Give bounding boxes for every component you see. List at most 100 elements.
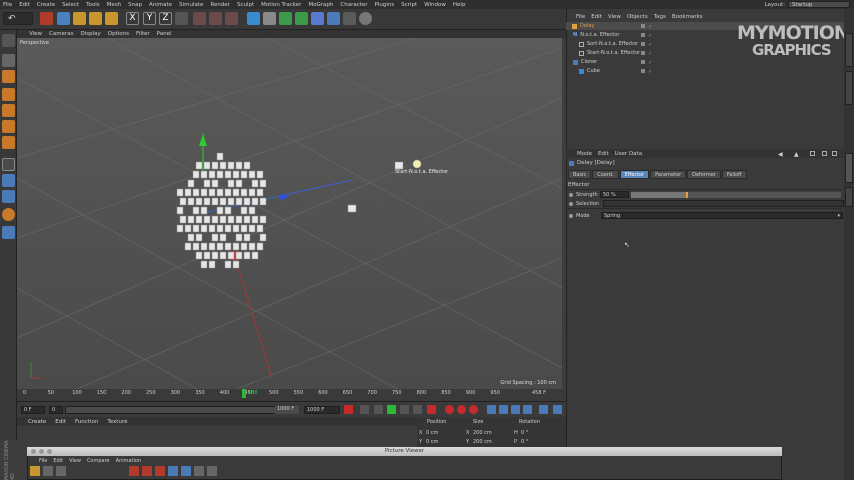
menu-file[interactable]: File <box>3 2 12 8</box>
timeline-ruler[interactable]: 0 50 100 150 200 250 300 350 400 450 500 550 600 650 7… <box>17 389 566 401</box>
size-x-field[interactable]: 200 cm <box>473 430 492 436</box>
soft-selection-icon[interactable] <box>2 208 15 221</box>
rotation-h-field[interactable]: 0 ° <box>521 430 528 436</box>
object-row-cube[interactable]: Cube <box>566 67 844 75</box>
menu-tools[interactable]: Tools <box>86 2 100 8</box>
objects-menu-tags[interactable]: Tags <box>654 14 666 20</box>
edges-mode-icon[interactable] <box>2 120 15 133</box>
menu-snap[interactable]: Snap <box>128 2 142 8</box>
end-frame-field[interactable]: 1000 F <box>304 406 340 414</box>
viewport-menu-display[interactable]: Display <box>81 31 101 37</box>
y-axis-handle[interactable] <box>199 134 207 146</box>
snap-icon[interactable] <box>2 190 15 203</box>
objects-menu-objects[interactable]: Objects <box>627 14 648 20</box>
tab-effector[interactable]: Effector <box>619 170 650 179</box>
live-select-icon[interactable] <box>40 12 53 25</box>
window-zoom-icon[interactable] <box>47 449 52 454</box>
coord-system-icon[interactable] <box>175 12 188 25</box>
cube-primitive-icon[interactable] <box>247 12 260 25</box>
enabled-check-icon[interactable]: ✓ <box>648 51 652 57</box>
pv-menu-file[interactable]: File <box>39 458 47 464</box>
enabled-check-icon[interactable]: ✓ <box>648 42 652 48</box>
enabled-check-icon[interactable]: ✓ <box>648 60 652 66</box>
menu-script[interactable]: Script <box>401 2 417 8</box>
menu-simulate[interactable]: Simulate <box>179 2 203 8</box>
viewport-menu-panel[interactable]: Panel <box>157 31 172 37</box>
up-arrow-icon[interactable]: ▲ <box>794 151 799 158</box>
side-tab-content[interactable] <box>845 71 853 105</box>
material-menu-texture[interactable]: Texture <box>107 419 127 425</box>
viewport-menu-filter[interactable]: Filter <box>136 31 150 37</box>
mode-dropdown[interactable]: Spring ▾ <box>601 212 843 219</box>
key-param-icon[interactable] <box>523 405 532 414</box>
side-tab-layers[interactable] <box>845 187 853 207</box>
rotation-p-field[interactable]: 0 ° <box>521 439 528 445</box>
histogram-icon[interactable] <box>194 466 204 476</box>
pv-menu-edit[interactable]: Edit <box>53 458 63 464</box>
pv-menu-animation[interactable]: Animation <box>116 458 142 464</box>
position-y-field[interactable]: 0 cm <box>426 439 438 445</box>
scene-icon[interactable] <box>327 12 340 25</box>
tab-basic[interactable]: Basic <box>568 170 592 179</box>
lock-workplane-icon[interactable] <box>2 226 15 239</box>
objects-menu-bookmarks[interactable]: Bookmarks <box>672 14 703 20</box>
tab-parameter[interactable]: Parameter <box>650 170 687 179</box>
objects-menu-edit[interactable]: Edit <box>591 14 602 20</box>
menu-character[interactable]: Character <box>340 2 367 8</box>
enabled-check-icon[interactable]: ✓ <box>648 24 652 30</box>
goto-start-icon[interactable] <box>344 405 353 414</box>
menu-render[interactable]: Render <box>210 2 230 8</box>
info-icon[interactable] <box>207 466 217 476</box>
size-y-field[interactable]: 200 cm <box>473 439 492 445</box>
viewport-menu-view[interactable]: View <box>29 31 42 37</box>
pv-menu-compare[interactable]: Compare <box>87 458 110 464</box>
menu-help[interactable]: Help <box>453 2 466 8</box>
current-frame-field[interactable]: 0 F <box>21 406 45 414</box>
anim-dot-icon[interactable] <box>569 213 573 218</box>
render-picture-viewer-icon[interactable] <box>209 12 222 25</box>
x-axis-button[interactable]: X <box>126 12 139 25</box>
copy-icon[interactable] <box>56 466 66 476</box>
stray-cube[interactable] <box>347 204 357 213</box>
tab-falloff[interactable]: Falloff <box>721 170 747 179</box>
z-axis-handle[interactable] <box>279 194 289 201</box>
render-view-icon[interactable] <box>193 12 206 25</box>
texture-mode-icon[interactable] <box>2 70 15 83</box>
menu-plugins[interactable]: Plugins <box>375 2 395 8</box>
picture-viewer-titlebar[interactable]: Picture Viewer <box>27 447 782 456</box>
grid-view-icon[interactable] <box>181 466 191 476</box>
render-settings-icon[interactable] <box>225 12 238 25</box>
deformer-icon[interactable] <box>311 12 324 25</box>
stray-cube-top[interactable] <box>394 161 404 170</box>
move-icon[interactable] <box>57 12 70 25</box>
menu-mograph[interactable]: MoGraph <box>308 2 333 8</box>
playhead[interactable] <box>242 389 246 398</box>
objects-menu-file[interactable]: File <box>576 14 585 20</box>
menu-create[interactable]: Create <box>37 2 55 8</box>
strength-field[interactable]: 50 % <box>600 191 629 198</box>
fit-view-icon[interactable] <box>168 466 178 476</box>
tab-coord[interactable]: Coord. <box>592 170 619 179</box>
z-axis-button[interactable]: Z <box>159 12 172 25</box>
window-close-icon[interactable] <box>31 449 36 454</box>
tab-deformer[interactable]: Deformer <box>687 170 721 179</box>
search-icon[interactable] <box>810 151 815 156</box>
menu-sculpt[interactable]: Sculpt <box>237 2 254 8</box>
visibility-dot[interactable] <box>641 33 645 37</box>
material-menu-create[interactable]: Create <box>28 419 46 425</box>
goto-end-icon[interactable] <box>427 405 436 414</box>
key-position-icon[interactable] <box>487 405 496 414</box>
scale-icon[interactable] <box>73 12 86 25</box>
selection-link-field[interactable] <box>603 200 845 207</box>
key-scale-icon[interactable] <box>499 405 508 414</box>
object-row-cloner[interactable]: Cloner <box>566 58 844 66</box>
visibility-dot[interactable] <box>641 69 645 73</box>
polygons-mode-icon[interactable] <box>2 136 15 149</box>
axis-mode-icon[interactable] <box>2 158 15 171</box>
objects-menu-view[interactable]: View <box>608 14 621 20</box>
autokey-icon[interactable] <box>457 405 466 414</box>
menu-animate[interactable]: Animate <box>149 2 172 8</box>
enabled-check-icon[interactable]: ✓ <box>648 33 652 39</box>
checker-icon[interactable] <box>2 54 15 67</box>
viewport-menu-options[interactable]: Options <box>108 31 129 37</box>
